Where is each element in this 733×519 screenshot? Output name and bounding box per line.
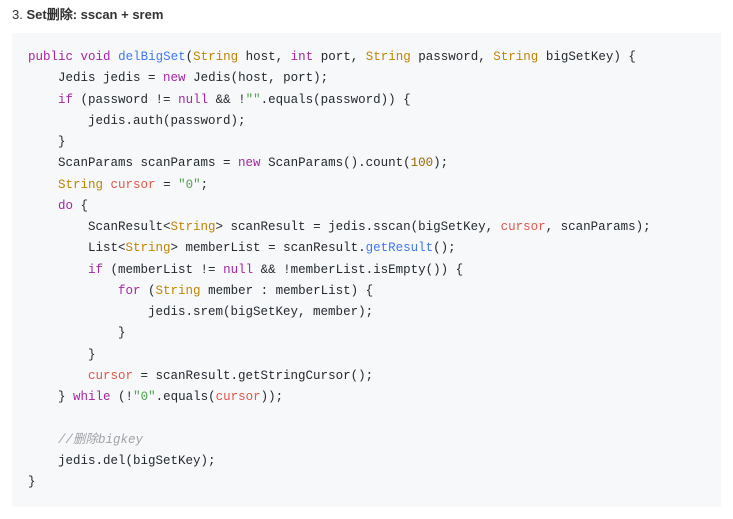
brace-close: }: [118, 326, 126, 340]
str-empty: "": [246, 93, 261, 107]
txt: ScanParams().count(: [261, 156, 411, 170]
ty-string: String: [193, 50, 238, 64]
txt: > scanResult = jedis.sscan(bigSetKey,: [216, 220, 501, 234]
kw-new: new: [238, 156, 261, 170]
ty-string: String: [493, 50, 538, 64]
txt: (!: [111, 390, 134, 404]
txt: [103, 178, 111, 192]
param-password: password: [418, 50, 478, 64]
txt: List<: [88, 241, 126, 255]
txt: (memberList !=: [103, 263, 223, 277]
txt: > memberList = scanResult.: [171, 241, 366, 255]
kw-for: for: [118, 284, 141, 298]
kw-while: while: [73, 390, 111, 404]
str-zero: "0": [178, 178, 201, 192]
code-line: List<String> memberList = scanResult.get…: [88, 241, 456, 255]
kw-void: void: [81, 50, 111, 64]
num-100: 100: [411, 156, 434, 170]
call-getresult: getResult: [366, 241, 434, 255]
kw-null: null: [223, 263, 253, 277]
comment: //删除bigkey: [58, 433, 143, 447]
code-line: String cursor = "0";: [58, 178, 208, 192]
kw-do: do: [58, 199, 73, 213]
txt: Jedis jedis =: [58, 71, 163, 85]
ty-string: String: [171, 220, 216, 234]
code-line: for (String member : memberList) {: [118, 284, 373, 298]
code-line: do {: [58, 199, 88, 213]
code-line: } while (!"0".equals(cursor));: [58, 390, 283, 404]
code-line: if (memberList != null && !memberList.is…: [88, 263, 463, 277]
code-line: ScanParams scanParams = new ScanParams()…: [58, 156, 448, 170]
txt: ;: [201, 178, 209, 192]
kw-public: public: [28, 50, 73, 64]
code-line: jedis.del(bigSetKey);: [58, 454, 216, 468]
var-cursor: cursor: [216, 390, 261, 404]
param-host: host: [246, 50, 276, 64]
txt: ));: [261, 390, 284, 404]
txt: member : memberList) {: [201, 284, 374, 298]
kw-null: null: [178, 93, 208, 107]
txt: ScanResult<: [88, 220, 171, 234]
brace-close: }: [58, 135, 66, 149]
brace-close: }: [28, 475, 36, 489]
ty-string: String: [126, 241, 171, 255]
code-line: ScanResult<String> scanResult = jedis.ss…: [88, 220, 651, 234]
txt: (: [141, 284, 156, 298]
ty-string: String: [58, 178, 103, 192]
var-cursor: cursor: [111, 178, 156, 192]
txt: Jedis(host, port);: [186, 71, 329, 85]
code-line: if (password != null && !"".equals(passw…: [58, 93, 411, 107]
txt: && !: [208, 93, 246, 107]
txt: ScanParams scanParams =: [58, 156, 238, 170]
param-port: port: [321, 50, 351, 64]
fn-name: delBigSet: [118, 50, 186, 64]
str-zero: "0": [133, 390, 156, 404]
ty-string: String: [366, 50, 411, 64]
kw-if: if: [58, 93, 73, 107]
kw-new: new: [163, 71, 186, 85]
section-heading: 3. Set删除: sscan + srem: [12, 4, 721, 23]
ty-string: String: [156, 284, 201, 298]
txt: (password !=: [73, 93, 178, 107]
txt: );: [433, 156, 448, 170]
txt: .equals(password)) {: [261, 93, 411, 107]
param-bigsetkey: bigSetKey: [546, 50, 614, 64]
var-cursor: cursor: [88, 369, 133, 383]
txt: = scanResult.getStringCursor();: [133, 369, 373, 383]
txt: {: [73, 199, 88, 213]
kw-if: if: [88, 263, 103, 277]
kw-int: int: [291, 50, 314, 64]
code-block: public void delBigSet(String host, int p…: [12, 33, 721, 507]
txt: && !memberList.isEmpty()) {: [253, 263, 463, 277]
txt: ();: [433, 241, 456, 255]
code-line: jedis.auth(password);: [88, 114, 246, 128]
txt: , scanParams);: [546, 220, 651, 234]
txt: =: [156, 178, 179, 192]
code-line: public void delBigSet(String host, int p…: [28, 50, 636, 64]
brace-close: }: [88, 348, 96, 362]
heading-number: 3.: [12, 7, 23, 22]
var-cursor: cursor: [501, 220, 546, 234]
txt: .equals(: [156, 390, 216, 404]
heading-title: Set删除: sscan + srem: [26, 7, 163, 22]
code-line: jedis.srem(bigSetKey, member);: [148, 305, 373, 319]
code-line: cursor = scanResult.getStringCursor();: [88, 369, 373, 383]
code-line: Jedis jedis = new Jedis(host, port);: [58, 71, 328, 85]
